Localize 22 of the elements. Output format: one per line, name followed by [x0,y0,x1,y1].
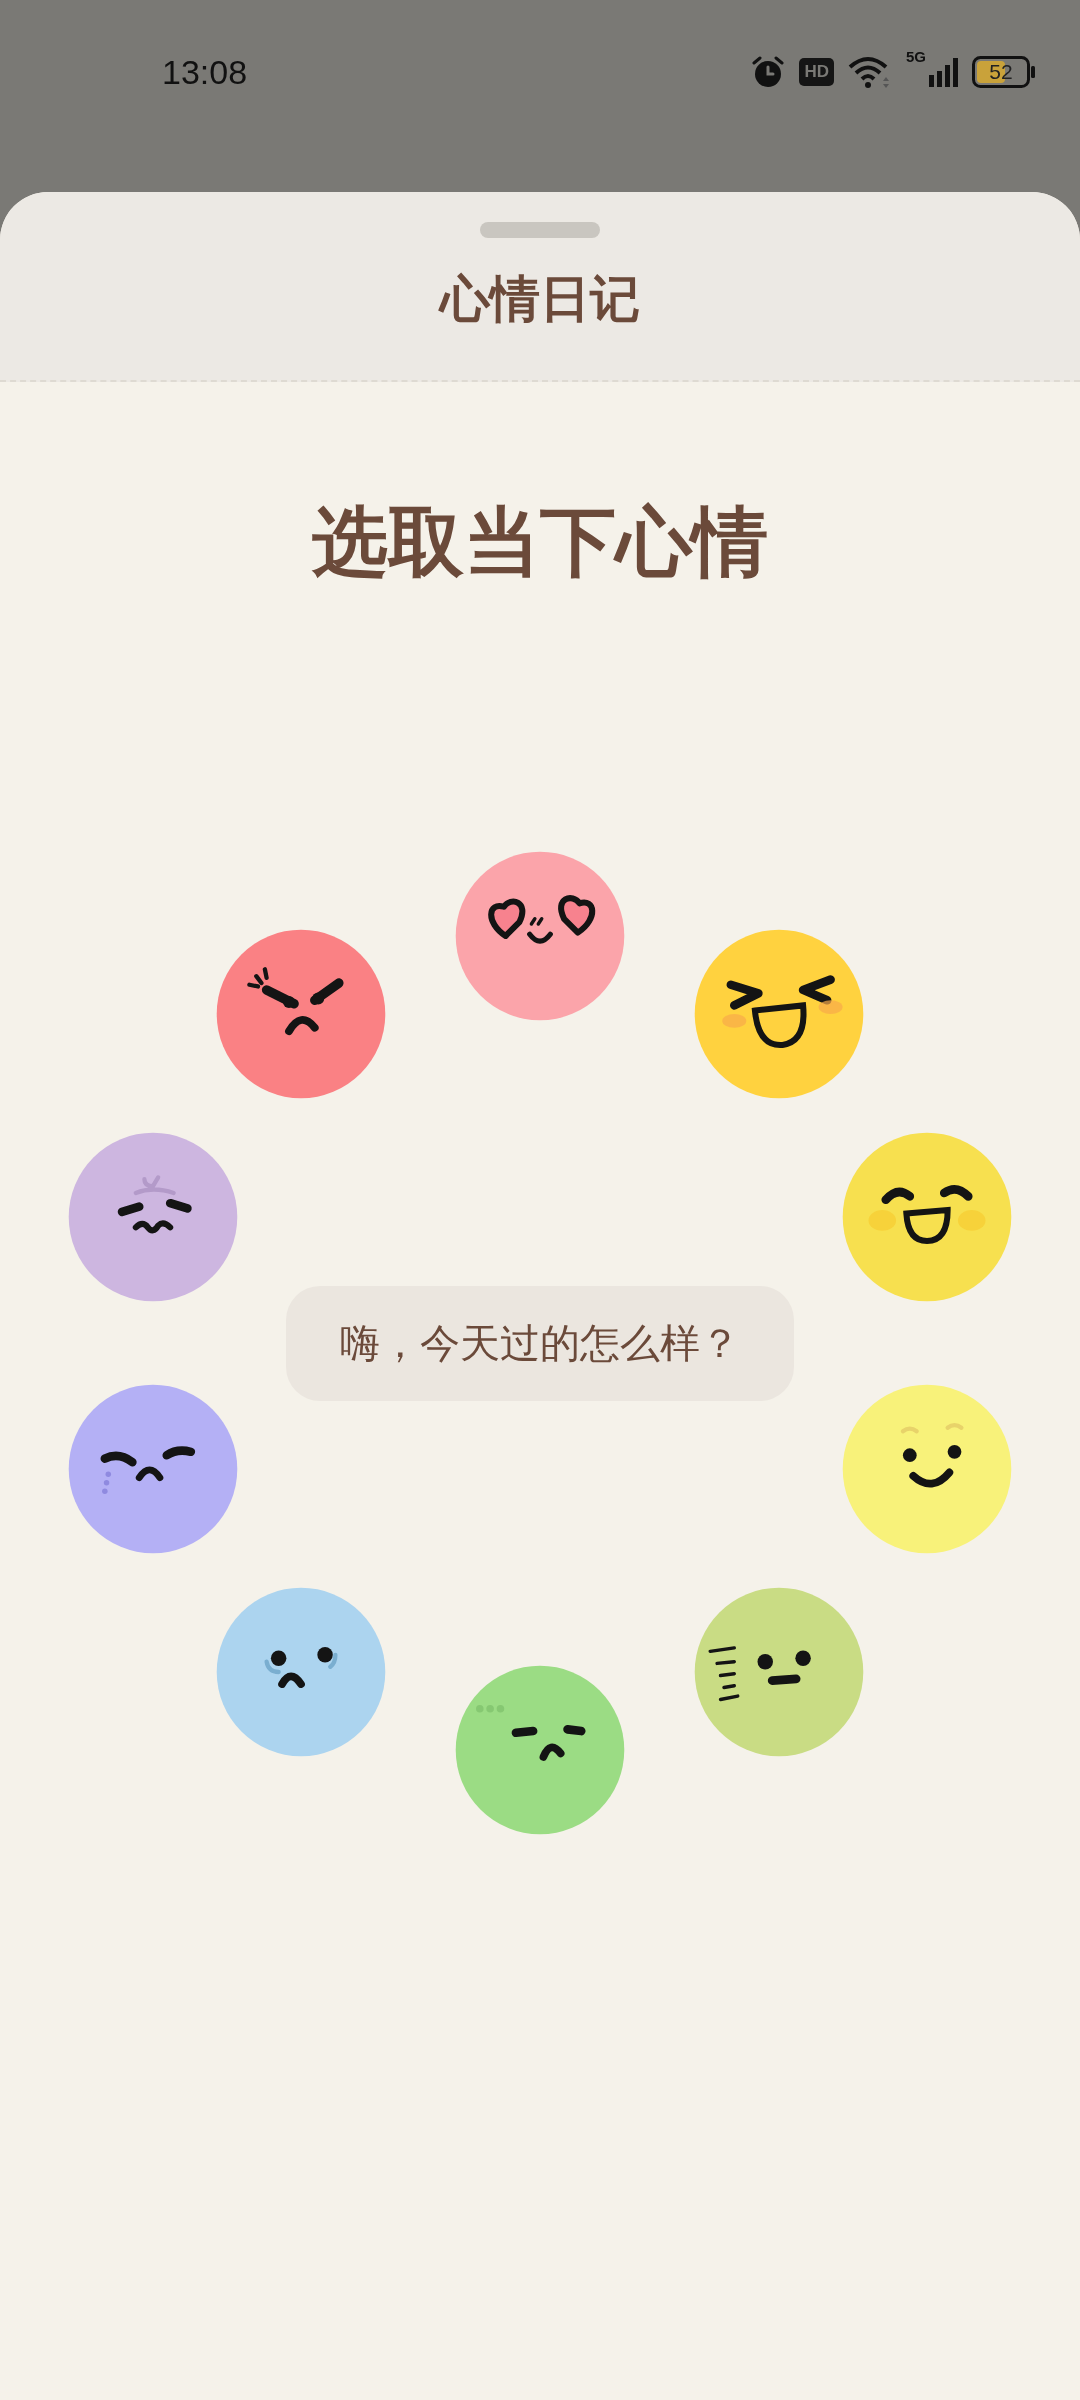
signal-icon [928,57,958,87]
mood-face-icon[interactable] [693,927,866,1100]
battery-icon [972,56,1036,88]
network-type: 5G [906,48,926,65]
sheet-title: 心情日记 [440,269,640,330]
status-time: 13:08 [162,52,248,93]
hd-badge: HD [799,58,834,86]
mood-face-icon[interactable] [66,1382,239,1555]
mood-face-icon[interactable] [841,1382,1014,1555]
mood-face-icon[interactable] [841,1131,1014,1304]
mood-face-icon[interactable] [454,850,626,1022]
page-heading: 选取当下心情 [311,496,769,588]
mood-face-icon[interactable] [214,927,387,1100]
alarm-clock-icon [751,55,786,89]
drag-handle[interactable] [480,222,600,238]
mood-face-icon[interactable] [66,1131,239,1304]
wifi-icon [848,55,892,89]
battery-percent: 52 [988,60,1014,84]
mood-face-icon[interactable] [693,1586,866,1759]
greeting-bubble: 嗨，今天过的怎么样？ [286,1285,794,1401]
mood-face-icon[interactable] [214,1586,387,1759]
mood-face-icon[interactable] [454,1664,626,1836]
